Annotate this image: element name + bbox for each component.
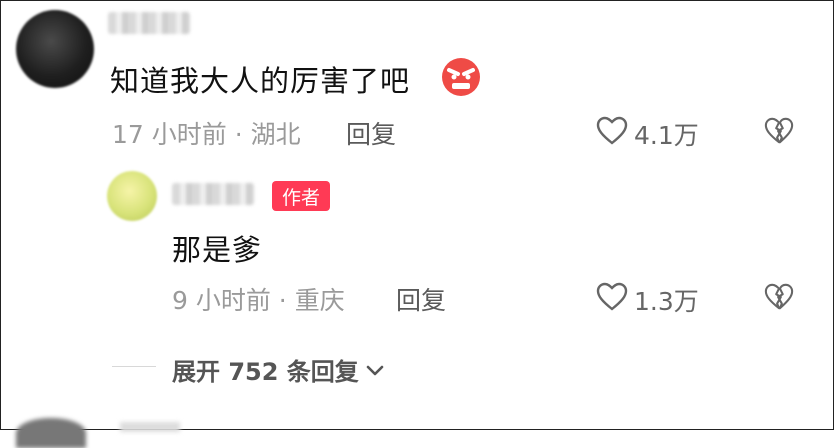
reply-reply-button[interactable]: 回复 (396, 281, 446, 317)
commenter-avatar[interactable] (16, 10, 94, 88)
expand-divider (112, 366, 156, 367)
comment-text: 知道我大人的厉害了吧 (110, 64, 411, 98)
reply-time-location: 9 小时前 · 重庆 (172, 286, 345, 315)
angry-face-emoji-icon (440, 56, 482, 105)
heart-icon (596, 282, 628, 318)
next-commenter-avatar[interactable] (16, 418, 86, 448)
reply-like-count: 1.3万 (634, 287, 699, 316)
reply-author-avatar[interactable] (107, 171, 157, 221)
commenter-name-blurred[interactable] (108, 12, 190, 34)
reply-like-button[interactable]: 1.3万 (596, 282, 699, 318)
comment-like-button[interactable]: 4.1万 (596, 116, 699, 152)
next-commenter-name-blurred[interactable] (120, 422, 180, 432)
reply-dislike-button[interactable] (764, 282, 794, 316)
comment-dislike-button[interactable] (764, 116, 794, 150)
heart-icon (596, 116, 628, 152)
broken-heart-icon (764, 117, 794, 150)
comment-row: 知道我大人的厉害了吧 (110, 58, 480, 100)
reply-text: 那是爹 (172, 233, 263, 267)
comment-like-count: 4.1万 (634, 121, 699, 150)
chevron-down-icon (365, 356, 385, 384)
comment-time-location: 17 小时前 · 湖北 (112, 120, 301, 149)
expand-replies-button[interactable]: 展开 752 条回复 (172, 352, 385, 387)
broken-heart-icon (764, 283, 794, 316)
author-badge: 作者 (272, 181, 330, 211)
comment-reply-button[interactable]: 回复 (346, 115, 396, 151)
expand-replies-label: 展开 752 条回复 (172, 358, 359, 386)
reply-author-name-blurred[interactable] (172, 183, 254, 205)
